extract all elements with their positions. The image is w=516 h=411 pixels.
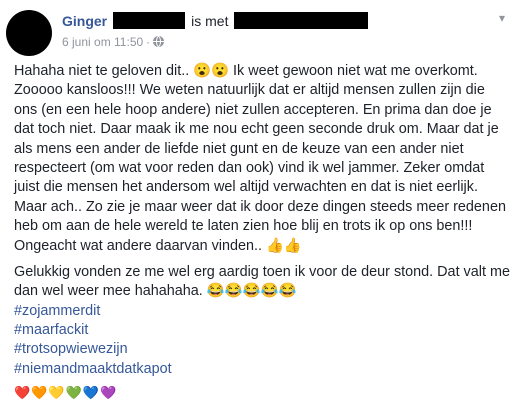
orange-heart-icon: 🧡 (31, 385, 49, 400)
author-name[interactable]: Ginger (62, 13, 107, 29)
hashtag-link[interactable]: #maarfackit (14, 321, 504, 340)
post-meta: 6 juni om 11:50 · (62, 34, 165, 50)
chevron-down-icon[interactable]: ▾ (494, 12, 510, 24)
red-heart-icon: ❤️ (14, 385, 32, 400)
post-paragraph: Hahaha niet te geloven dit.. 😮😮 Ik weet … (14, 63, 510, 254)
post-paragraph: Gelukkig vonden ze me wel erg aardig toe… (14, 264, 514, 300)
post-body: Hahaha niet te geloven dit.. 😮😮 Ik weet … (14, 62, 510, 309)
green-heart-icon: 💚 (65, 385, 83, 400)
blue-heart-icon: 💙 (82, 385, 100, 400)
yellow-heart-icon: 💛 (48, 385, 66, 400)
globe-icon[interactable] (153, 36, 165, 47)
facebook-post: Ginger is met 6 juni om 11:50 · ▾ Hahaha n… (0, 0, 516, 411)
meta-separator: · (146, 35, 151, 49)
avatar[interactable] (6, 10, 52, 56)
hashtag-list: #zojammerdit #maarfackit #trotsopwiewezi… (14, 302, 504, 379)
hashtag-link[interactable]: #zojammerdit (14, 302, 504, 321)
post-header: Ginger is met (62, 11, 369, 31)
heart-emoji-row: ❤️🧡💛💚💙💜 (14, 384, 117, 402)
hashtag-link[interactable]: #trotsopwiewezijn (14, 340, 504, 359)
hashtag-link[interactable]: #niemandmaaktdatkapot (14, 360, 504, 379)
post-timestamp[interactable]: 6 juni om 11:50 (62, 35, 143, 49)
with-text: is met (191, 13, 229, 29)
redacted-surname (113, 12, 186, 29)
purple-heart-icon: 💜 (99, 385, 118, 400)
redacted-tagged-person (234, 12, 369, 29)
